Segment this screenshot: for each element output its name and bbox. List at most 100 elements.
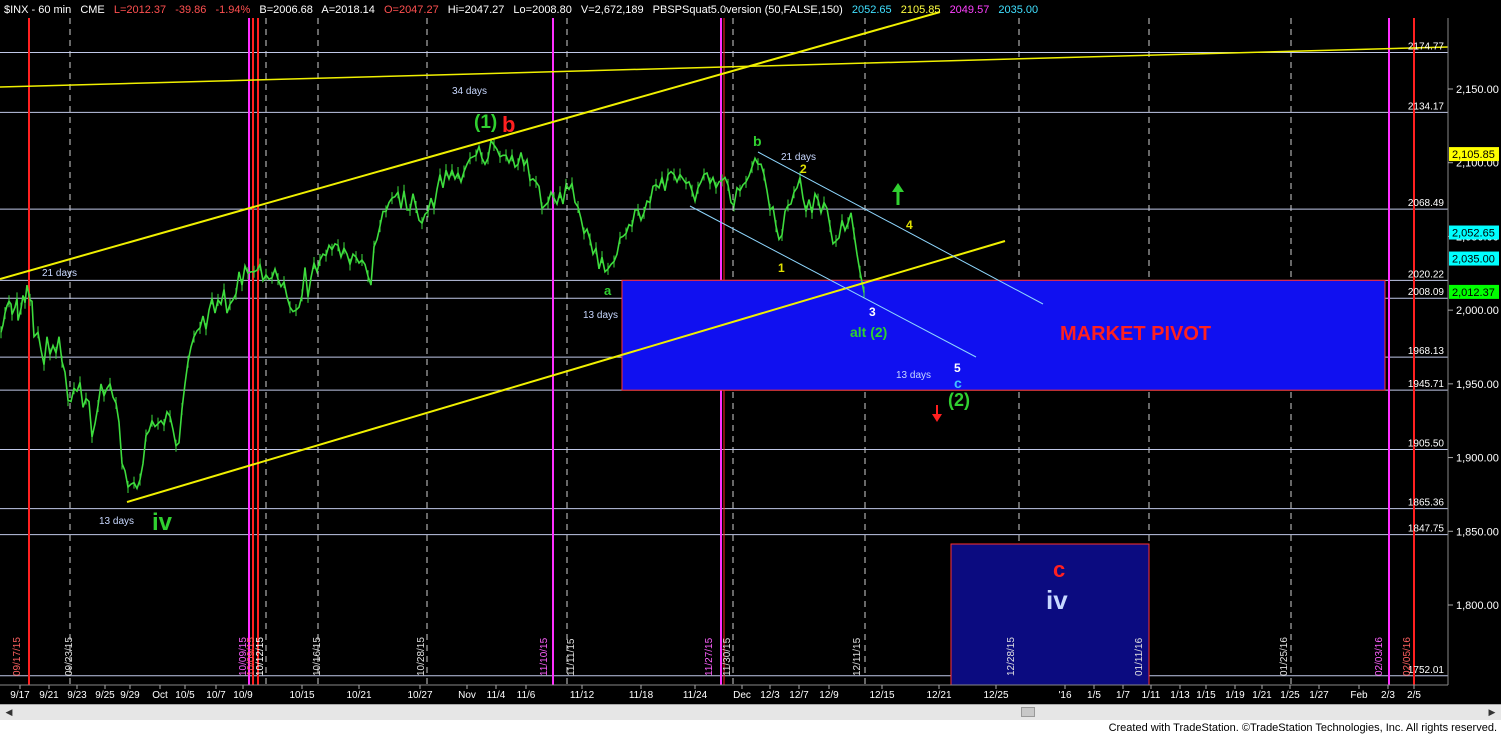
x-tick-label-35: Feb xyxy=(1350,690,1368,701)
x-tick-label-29: 1/13 xyxy=(1170,690,1190,701)
label-13-days-right: 13 days xyxy=(896,370,931,381)
header-v3: 2049.57 xyxy=(950,4,990,16)
subwave-2: 2 xyxy=(800,162,807,176)
footer-credit: Created with TradeStation. ©TradeStation… xyxy=(1108,722,1497,734)
x-tick-label-3: 9/25 xyxy=(95,690,115,701)
subwave-1: 1 xyxy=(778,261,785,275)
x-tick-label-11: 10/27 xyxy=(407,690,432,701)
x-tick-label-6: 10/5 xyxy=(175,690,195,701)
header-pct: -1.94% xyxy=(215,4,250,16)
level-label-5: 1968.13 xyxy=(1408,346,1445,357)
x-tick-label-5: Oct xyxy=(152,690,168,701)
horizontal-scrollbar[interactable]: ◀ ▶ xyxy=(0,704,1501,720)
date-marker-4: 10/12/15 xyxy=(255,637,266,676)
y-tick-label-7: 1,800.00 xyxy=(1456,600,1499,612)
x-tick-label-28: 1/11 xyxy=(1142,690,1161,701)
header-change: -39.86 xyxy=(175,4,206,16)
x-tick-label-18: Dec xyxy=(733,690,751,701)
date-marker-13: 01/11/16 xyxy=(1134,637,1145,676)
x-tick-label-34: 1/27 xyxy=(1309,690,1329,701)
x-tick-label-14: 11/6 xyxy=(517,690,536,701)
x-tick-label-10: 10/21 xyxy=(346,690,371,701)
level-label-1: 2134.17 xyxy=(1408,101,1445,112)
level-label-10: 1752.01 xyxy=(1408,665,1445,676)
scroll-left-icon[interactable]: ◀ xyxy=(4,707,14,717)
x-tick-label-15: 11/12 xyxy=(570,690,595,701)
level-label-3: 2020.22 xyxy=(1408,269,1445,280)
x-tick-label-19: 12/3 xyxy=(760,690,780,701)
x-tick-label-31: 1/19 xyxy=(1225,690,1245,701)
wave-label-iv: iv xyxy=(152,509,173,536)
x-tick-label-7: 10/7 xyxy=(206,690,226,701)
price-tag-label-1: 2,052.65 xyxy=(1452,228,1495,240)
x-tick-label-17: 11/24 xyxy=(683,690,708,701)
x-tick-label-12: Nov xyxy=(458,690,476,701)
x-tick-label-1: 9/21 xyxy=(39,690,59,701)
level-label-0: 2174.77 xyxy=(1408,41,1445,52)
x-tick-label-36: 2/3 xyxy=(1381,690,1395,701)
label-21-days-right: 21 days xyxy=(781,152,816,163)
chart-window: 2174.77 2134.17 2068.49 2020.22 2008.09 1968.… xyxy=(0,0,1501,736)
subwave-4: 4 xyxy=(906,218,913,232)
date-marker-15: 02/03/16 xyxy=(1374,637,1385,676)
level-label-8: 1865.36 xyxy=(1408,498,1445,509)
header-v2: 2105.85 xyxy=(901,4,941,16)
date-marker-5: 10/16/15 xyxy=(312,637,323,676)
x-tick-label-21: 12/9 xyxy=(819,690,839,701)
wave-label-2: (2) xyxy=(948,390,970,410)
date-marker-12: 12/28/15 xyxy=(1006,637,1017,676)
level-label-4: 2008.09 xyxy=(1408,287,1445,298)
header-ask: A=2018.14 xyxy=(321,4,375,16)
label-21-days-left: 21 days xyxy=(42,268,77,279)
label-13-days-bottom: 13 days xyxy=(99,516,134,527)
x-tick-label-4: 9/29 xyxy=(120,690,140,701)
price-tag-label-3: 2,012.37 xyxy=(1452,287,1495,299)
price-tag-label-2: 2,035.00 xyxy=(1452,254,1495,266)
level-label-7: 1905.50 xyxy=(1408,438,1445,449)
date-marker-10: 11/30/15 xyxy=(722,637,733,676)
box-wave-iv: iv xyxy=(1046,585,1068,615)
subwave-5: 5 xyxy=(954,361,961,375)
x-tick-label-30: 1/15 xyxy=(1196,690,1216,701)
y-tick-label-5: 1,900.00 xyxy=(1456,453,1499,465)
x-tick-label-23: 12/21 xyxy=(926,690,951,701)
wave-label-1: (1) xyxy=(474,112,497,133)
header-v4: 2035.00 xyxy=(998,4,1038,16)
y-tick-label-4: 1,950.00 xyxy=(1456,379,1499,391)
x-tick-label-22: 12/15 xyxy=(869,690,894,701)
x-tick-label-8: 10/9 xyxy=(233,690,253,701)
date-marker-11: 12/11/15 xyxy=(852,637,863,676)
level-label-9: 1847.75 xyxy=(1408,524,1445,535)
y-tick-label-6: 1,850.00 xyxy=(1456,526,1499,538)
header-open: O=2047.27 xyxy=(384,4,439,16)
level-label-6: 1945.71 xyxy=(1408,379,1445,390)
scroll-right-icon[interactable]: ▶ xyxy=(1487,707,1497,717)
x-tick-label-20: 12/7 xyxy=(789,690,809,701)
x-tick-label-0: 9/17 xyxy=(10,690,30,701)
header-symbol: $INX - 60 min xyxy=(4,4,71,16)
scroll-thumb[interactable] xyxy=(1021,707,1035,717)
x-tick-label-33: 1/25 xyxy=(1280,690,1300,701)
header-last: L=2012.37 xyxy=(114,4,166,16)
subwave-3: 3 xyxy=(869,305,876,319)
header-volume: V=2,672,189 xyxy=(581,4,644,16)
wave-label-b-green: b xyxy=(753,133,762,149)
market-pivot-box xyxy=(621,279,1386,391)
x-tick-label-2: 9/23 xyxy=(67,690,87,701)
label-13-days-mid: 13 days xyxy=(583,310,618,321)
date-marker-7: 11/10/15 xyxy=(539,637,550,676)
box-wave-c: c xyxy=(1053,557,1065,582)
header-v1: 2052.65 xyxy=(852,4,892,16)
date-marker-6: 10/28/15 xyxy=(416,637,427,676)
footer: Created with TradeStation. ©TradeStation… xyxy=(0,720,1501,736)
wave-label-b-red: b xyxy=(502,112,515,137)
x-tick-label-37: 2/5 xyxy=(1407,690,1421,701)
header-exchange: CME xyxy=(80,4,104,16)
date-marker-14: 01/25/16 xyxy=(1279,637,1290,676)
x-tick-label-25: '16 xyxy=(1058,690,1071,701)
header-study: PBSPSquat5.0version (50,FALSE,150) xyxy=(653,4,843,16)
wave-label-a: a xyxy=(604,283,612,298)
x-tick-label-9: 10/15 xyxy=(289,690,314,701)
level-label-2: 2068.49 xyxy=(1408,198,1445,209)
label-34-days: 34 days xyxy=(452,86,487,97)
